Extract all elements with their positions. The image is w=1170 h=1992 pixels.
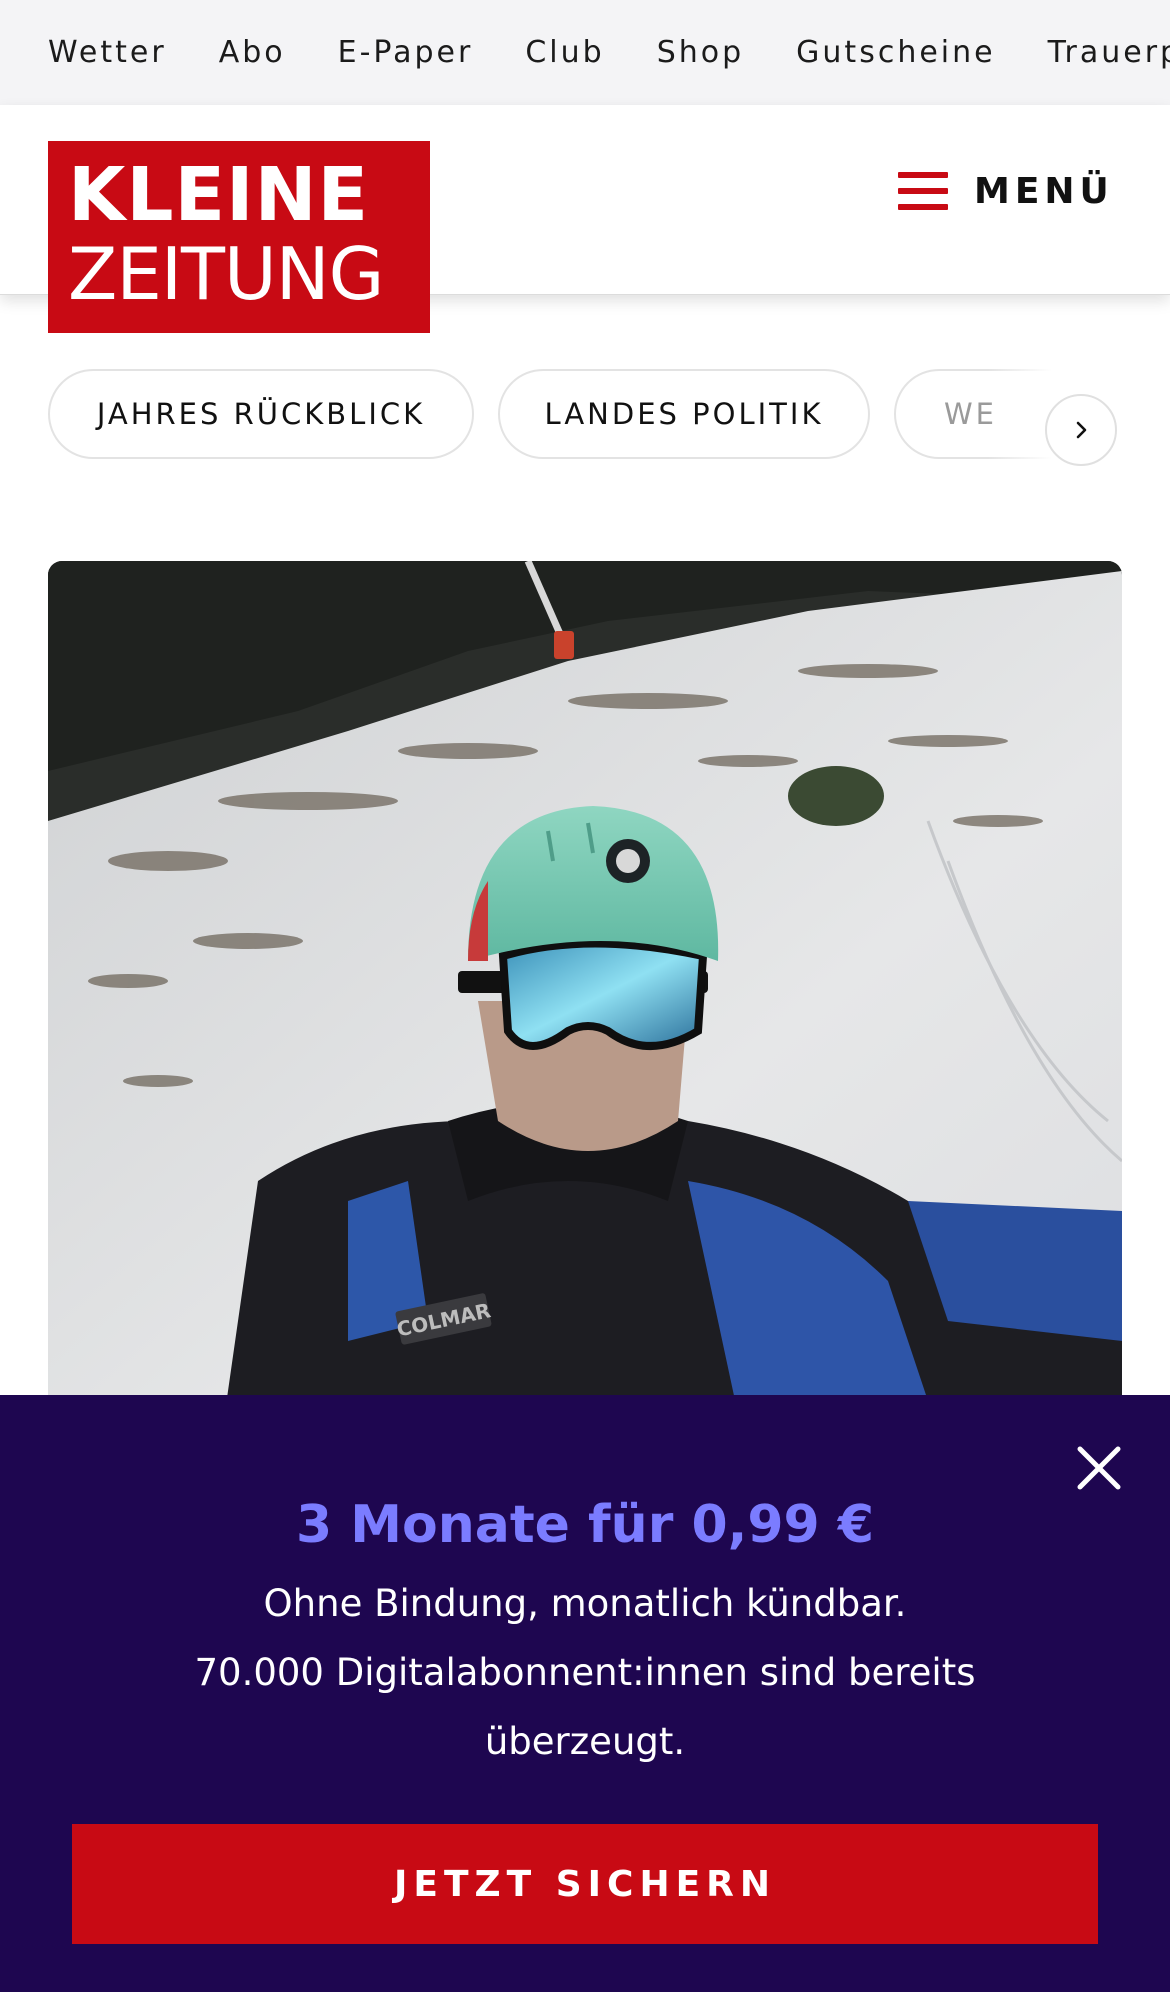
- hero-image[interactable]: COLMAR: [48, 561, 1122, 1461]
- site-header: KLEINE ZEITUNG MENÜ: [0, 105, 1170, 333]
- offer-description: Ohne Bindung, monatlich kündbar. 70.000 …: [150, 1569, 1020, 1776]
- topnav-link-trauerportal[interactable]: Trauerpo: [1048, 35, 1170, 70]
- chevron-right-icon: [1076, 421, 1087, 439]
- topnav-link-abo[interactable]: Abo: [219, 35, 286, 70]
- subscription-overlay: 3 Monate für 0,99 € Ohne Bindung, monatl…: [0, 1395, 1170, 1992]
- topnav-link-shop[interactable]: Shop: [657, 35, 744, 70]
- close-icon: [1077, 1446, 1121, 1490]
- topic-pill-jahresrueckblick[interactable]: JAHRES RÜCKBLICK: [48, 369, 474, 459]
- offer-line-2: 70.000 Digitalabonnent:innen sind bereit…: [194, 1651, 976, 1694]
- topnav-link-club[interactable]: Club: [525, 35, 604, 70]
- logo-line-2: ZEITUNG: [68, 232, 384, 316]
- offer-line-3: überzeugt.: [484, 1720, 686, 1763]
- topnav-link-gutscheine[interactable]: Gutscheine: [796, 35, 995, 70]
- topic-pill-landespolitik[interactable]: LANDES POLITIK: [498, 369, 870, 459]
- offer-headline: 3 Monate für 0,99 €: [295, 1495, 875, 1555]
- menu-button[interactable]: MENÜ: [898, 161, 1114, 221]
- pills-next-button[interactable]: [1045, 394, 1117, 466]
- close-button[interactable]: [1070, 1439, 1128, 1497]
- topnav-link-epaper[interactable]: E-Paper: [338, 35, 474, 70]
- site-logo[interactable]: KLEINE ZEITUNG: [48, 141, 430, 333]
- logo-line-1: KLEINE: [68, 152, 370, 238]
- offer-line-1: Ohne Bindung, monatlich kündbar.: [263, 1582, 907, 1625]
- menu-label: MENÜ: [974, 170, 1114, 212]
- topnav-link-wetter[interactable]: Wetter: [48, 35, 167, 70]
- subscribe-cta-button[interactable]: JETZT SICHERN: [72, 1824, 1098, 1944]
- hamburger-icon: [898, 172, 948, 210]
- top-utility-nav: Wetter Abo E-Paper Club Shop Gutscheine …: [0, 0, 1170, 105]
